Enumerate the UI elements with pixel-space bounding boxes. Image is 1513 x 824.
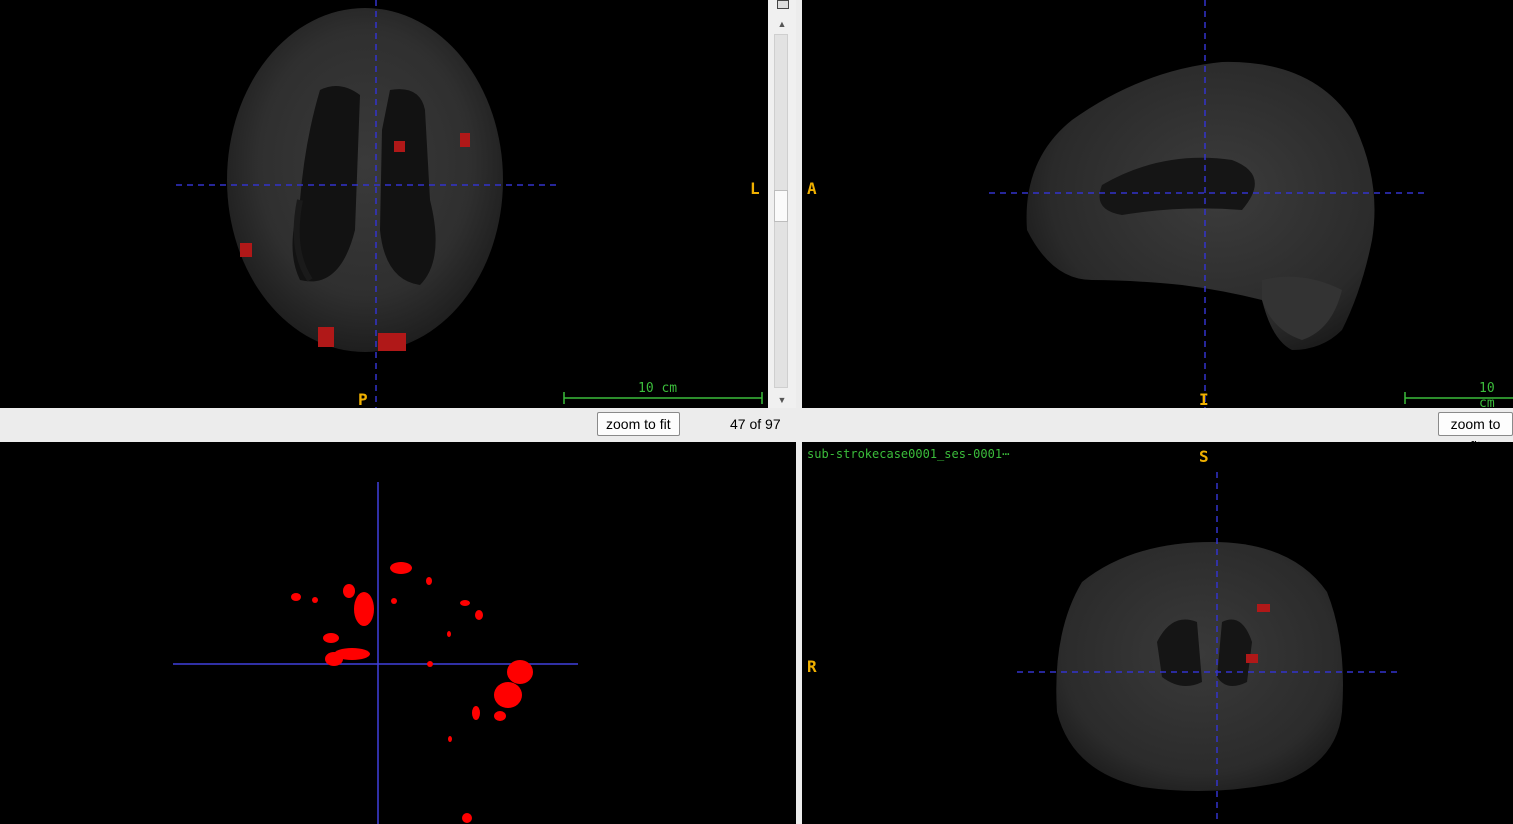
- 3d-render-view[interactable]: [0, 442, 796, 824]
- triangle-up-icon[interactable]: ▲: [768, 17, 796, 31]
- scrollbar-thumb[interactable]: [774, 190, 788, 222]
- triangle-down-icon[interactable]: ▼: [768, 393, 796, 407]
- volume-filename: sub-strokecase0001_ses-0001⋯: [807, 447, 1010, 461]
- slice-counter: 47 of 97: [730, 416, 781, 432]
- clipboard-icon[interactable]: [777, 0, 789, 9]
- 3d-lesion-render: [173, 482, 578, 824]
- sagittal-slice-image: [989, 0, 1513, 408]
- orientation-label-top: S: [1199, 447, 1209, 466]
- orientation-label-bottom: P: [358, 390, 368, 408]
- orientation-label-left: R: [807, 657, 817, 676]
- sagittal-view[interactable]: A I 10 cm: [802, 0, 1513, 408]
- slice-scrollbar[interactable]: ▲ ▼: [768, 0, 796, 408]
- scale-bar-label: 10 cm: [638, 381, 678, 396]
- axial-slice-image: [176, 0, 763, 408]
- orientation-label-bottom: I: [1199, 390, 1209, 408]
- orientation-label-left: L: [750, 179, 760, 198]
- view-controls-bar: zoom to fit 47 of 97 zoom to fit: [0, 408, 1513, 454]
- axial-view[interactable]: L P 10 cm: [0, 0, 768, 408]
- zoom-to-fit-button[interactable]: zoom to fit: [597, 412, 680, 436]
- coronal-view[interactable]: sub-strokecase0001_ses-0001⋯ S R: [802, 442, 1513, 824]
- coronal-slice-image: [1017, 472, 1399, 824]
- zoom-to-fit-button-sagittal[interactable]: zoom to fit: [1438, 412, 1513, 454]
- scale-bar-label: 10 cm: [1479, 381, 1495, 408]
- orientation-label-left: A: [807, 179, 817, 198]
